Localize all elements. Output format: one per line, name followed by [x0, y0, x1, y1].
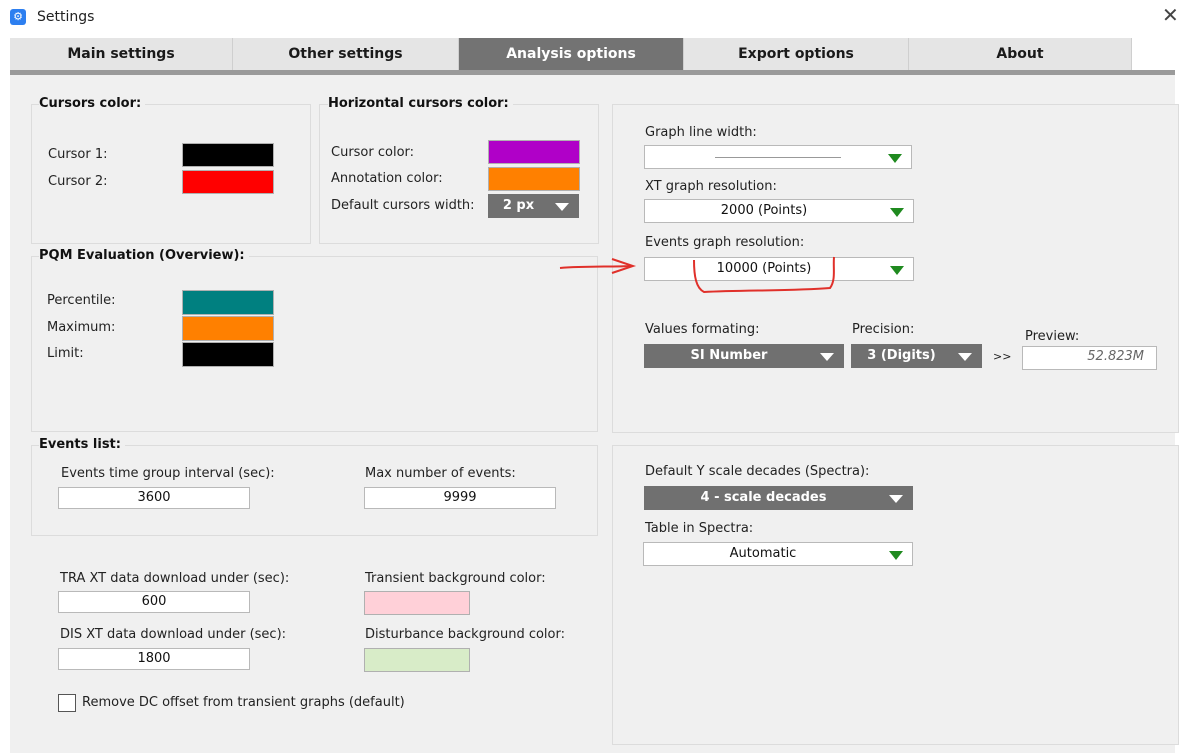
tab-bar: Main settings Other settings Analysis op… [10, 38, 1175, 74]
precision-select[interactable]: 3 (Digits) [851, 344, 982, 368]
limit-label: Limit: [47, 346, 84, 361]
maximum-color-swatch[interactable] [182, 316, 274, 341]
limit-color-swatch[interactable] [182, 342, 274, 367]
cursor1-label: Cursor 1: [48, 147, 108, 162]
cursor2-label: Cursor 2: [48, 174, 108, 189]
transient-bg-color-swatch[interactable] [364, 591, 470, 615]
decades-value: 4 - scale decades [700, 490, 827, 505]
tab-export-options[interactable]: Export options [684, 38, 909, 70]
chevron-down-icon [958, 353, 972, 361]
chevron-down-icon [820, 353, 834, 361]
maximum-label: Maximum: [47, 320, 116, 335]
disturbance-bg-color-swatch[interactable] [364, 648, 470, 672]
cursors-color-title: Cursors color: [39, 96, 146, 111]
preview-field: 52.823M [1022, 346, 1157, 370]
events-resolution-select[interactable]: 10000 (Points) [644, 257, 914, 281]
pqm-evaluation-group [31, 256, 598, 432]
chevron-down-icon [888, 154, 902, 163]
annotation-color-swatch[interactable] [488, 167, 580, 191]
close-icon[interactable]: ✕ [1162, 3, 1179, 27]
xt-resolution-label: XT graph resolution: [645, 179, 777, 194]
tab-about[interactable]: About [909, 38, 1132, 70]
dis-download-input[interactable]: 1800 [58, 648, 250, 670]
disturbance-bg-label: Disturbance background color: [365, 627, 565, 642]
tra-download-input[interactable]: 600 [58, 591, 250, 613]
events-interval-input[interactable]: 3600 [58, 487, 250, 509]
tab-main-settings[interactable]: Main settings [10, 38, 233, 70]
preview-arrow: >> [993, 350, 1012, 363]
title-bar: ⚙ Settings ✕ [0, 0, 1187, 36]
cursors-width-select[interactable]: 2 px [488, 194, 579, 218]
events-list-title: Events list: [39, 437, 125, 452]
xt-resolution-select[interactable]: 2000 (Points) [644, 199, 914, 223]
dc-offset-checkbox[interactable] [58, 694, 76, 712]
values-formatting-label: Values formating: [645, 322, 760, 337]
pqm-evaluation-title: PQM Evaluation (Overview): [39, 248, 249, 263]
window-title: Settings [37, 9, 95, 25]
tra-download-label: TRA XT data download under (sec): [60, 571, 290, 586]
events-resolution-label: Events graph resolution: [645, 235, 805, 250]
graph-line-width-label: Graph line width: [645, 125, 757, 140]
values-formatting-select[interactable]: SI Number [644, 344, 844, 368]
events-interval-label: Events time group interval (sec): [61, 466, 275, 481]
tab-other-settings[interactable]: Other settings [233, 38, 459, 70]
decades-select[interactable]: 4 - scale decades [644, 486, 913, 510]
dis-download-label: DIS XT data download under (sec): [60, 627, 287, 642]
xt-resolution-value: 2000 (Points) [720, 203, 808, 218]
events-resolution-value: 10000 (Points) [716, 261, 812, 276]
cursors-width-value: 2 px [502, 198, 535, 213]
graph-line-width-select[interactable] [644, 145, 912, 169]
percentile-color-swatch[interactable] [182, 290, 274, 315]
chevron-down-icon [889, 495, 903, 503]
table-spectra-value: Automatic [729, 546, 797, 561]
cursor1-color-swatch[interactable] [182, 143, 274, 167]
decades-label: Default Y scale decades (Spectra): [645, 464, 870, 479]
cursor2-color-swatch[interactable] [182, 170, 274, 194]
dc-offset-label: Remove DC offset from transient graphs (… [82, 695, 405, 710]
table-spectra-select[interactable]: Automatic [643, 542, 913, 566]
annotation-color-label: Annotation color: [331, 171, 443, 186]
settings-app-icon: ⚙ [10, 9, 26, 25]
percentile-label: Percentile: [47, 293, 116, 308]
values-formatting-value: SI Number [690, 348, 768, 363]
chevron-down-icon [889, 551, 903, 560]
line-width-sample [715, 157, 841, 158]
max-events-label: Max number of events: [365, 466, 516, 481]
chevron-down-icon [890, 208, 904, 217]
table-spectra-label: Table in Spectra: [645, 521, 754, 536]
transient-bg-label: Transient background color: [365, 571, 546, 586]
max-events-input[interactable]: 9999 [364, 487, 556, 509]
cursor-color-label: Cursor color: [331, 145, 415, 160]
cursors-width-label: Default cursors width: [331, 198, 475, 213]
cursor-color-swatch[interactable] [488, 140, 580, 164]
preview-label: Preview: [1025, 329, 1080, 344]
precision-value: 3 (Digits) [867, 348, 936, 363]
tab-analysis-options[interactable]: Analysis options [459, 38, 684, 70]
chevron-down-icon [890, 266, 904, 275]
chevron-down-icon [555, 203, 569, 211]
horizontal-cursors-title: Horizontal cursors color: [328, 96, 513, 111]
precision-label: Precision: [852, 322, 915, 337]
